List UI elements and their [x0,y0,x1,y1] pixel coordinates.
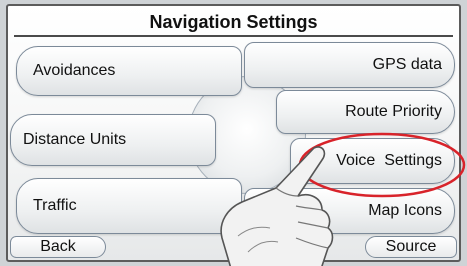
avoidances-button[interactable]: Avoidances [16,46,242,96]
title-divider [14,35,453,37]
avoidances-label: Avoidances [33,62,116,79]
back-label: Back [40,238,76,255]
traffic-button[interactable]: Traffic [16,178,242,234]
gps-data-label: GPS data [372,56,442,73]
page-title: Navigation Settings [149,12,318,32]
navigation-settings-screen: Navigation Settings Avoidances Distance … [6,4,466,266]
back-button[interactable]: Back [10,236,106,258]
traffic-label: Traffic [33,197,77,214]
voice-settings-label: Voice Settings [336,152,442,169]
source-button[interactable]: Source [365,236,457,258]
gps-data-button[interactable]: GPS data [244,42,455,88]
map-icons-button[interactable]: Map Icons [244,188,455,234]
voice-settings-button[interactable]: Voice Settings [290,138,455,184]
source-label: Source [385,238,437,255]
route-priority-button[interactable]: Route Priority [276,90,455,134]
map-icons-label: Map Icons [368,202,442,219]
distance-units-label: Distance Units [23,131,127,148]
route-priority-label: Route Priority [345,103,442,120]
distance-units-button[interactable]: Distance Units [10,114,216,166]
device-frame: Navigation Settings Avoidances Distance … [0,0,467,266]
